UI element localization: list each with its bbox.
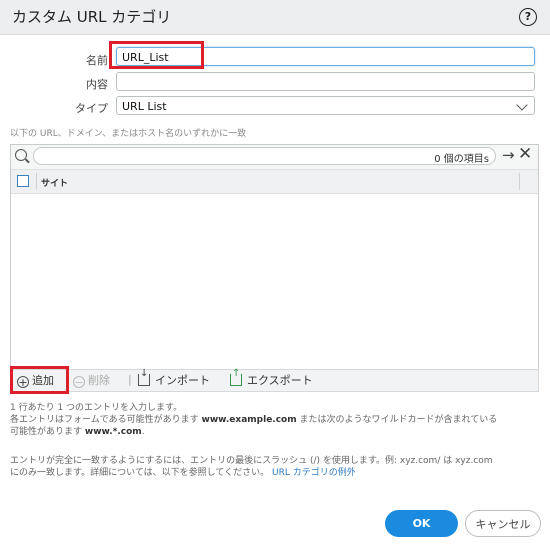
custom-url-category-dialog: カスタム URL カテゴリ ? 名前 URL_List 内容 タイプ URL L… — [0, 0, 550, 548]
dialog-titlebar: カスタム URL カテゴリ ? — [0, 0, 550, 35]
minus-circle-icon: − — [73, 376, 85, 389]
column-divider — [36, 173, 37, 190]
type-select[interactable]: URL List — [116, 96, 535, 115]
url-category-exceptions-link[interactable]: URL カテゴリの例外 — [272, 468, 356, 478]
column-divider — [519, 173, 520, 190]
hint-text: 可能性があります — [10, 427, 85, 437]
hint-text-2: エントリが完全に一致するようにするには、エントリの最後にスラッシュ (/) を使… — [10, 455, 530, 479]
hint-example-url: www.example.com — [201, 415, 297, 425]
name-field-highlight — [109, 41, 204, 69]
import-button-label: インポート — [155, 374, 210, 387]
search-input[interactable]: 0 個の項目s — [33, 147, 496, 165]
item-count: 0 個の項目s — [434, 154, 489, 165]
hint-line-1: 1 行あたり 1 つのエントリを入力します。 — [10, 403, 183, 413]
hint-text: 各エントリはフォームである可能性があります — [10, 415, 202, 425]
hint-example-wildcard: www.*.com — [84, 427, 142, 437]
name-label: 名前 — [86, 54, 108, 67]
ok-button[interactable]: OK — [385, 510, 458, 537]
cancel-button[interactable]: キャンセル — [465, 510, 541, 537]
hint-line-3: 可能性があります www.*.com. — [10, 426, 530, 438]
hint-text: . — [141, 427, 145, 437]
search-icon — [15, 149, 27, 161]
hint-line-5: にのみ一致します。詳細については、以下を参照してください。 URL カテゴリの例… — [10, 467, 530, 479]
hint-line-2: 各エントリはフォームである可能性があります www.example.com また… — [10, 414, 530, 426]
table-header-row: サイト — [11, 170, 538, 194]
import-button[interactable]: インポート — [138, 366, 210, 389]
dialog-title: カスタム URL カテゴリ — [12, 8, 172, 26]
help-icon[interactable]: ? — [519, 8, 537, 26]
select-all-checkbox[interactable] — [17, 175, 29, 187]
export-button[interactable]: エクスポート — [230, 366, 313, 389]
apply-filter-arrow-icon[interactable]: → — [502, 148, 515, 163]
column-header-site[interactable]: サイト — [41, 176, 68, 189]
import-icon — [138, 366, 150, 386]
table-search-row: 0 個の項目s → ✕ — [11, 145, 538, 170]
description-label: 内容 — [86, 78, 108, 91]
type-select-value: URL List — [122, 100, 167, 113]
export-icon — [230, 366, 242, 386]
delete-button-label: 削除 — [88, 374, 110, 387]
table-toolbar: +追加 −削除 | インポート エクスポート — [10, 366, 539, 392]
hint-text: または次のようなワイルドカードが含まれている — [296, 415, 498, 425]
hint-line-4: エントリが完全に一致するようにするには、エントリの最後にスラッシュ (/) を使… — [10, 456, 493, 466]
toolbar-separator: | — [128, 373, 132, 386]
add-button-highlight — [10, 366, 69, 394]
match-section-label: 以下の URL、ドメイン、またはホスト名のいずれかに一致 — [10, 129, 247, 139]
hint-text-1: 1 行あたり 1 つのエントリを入力します。 各エントリはフォームである可能性が… — [10, 402, 530, 438]
sites-table: 0 個の項目s → ✕ サイト — [10, 144, 539, 370]
delete-button[interactable]: − 削除 — [73, 373, 110, 389]
hint-text: にのみ一致します。詳細については、以下を参照してください。 — [10, 468, 270, 478]
type-label: タイプ — [75, 102, 108, 115]
chevron-down-icon — [516, 99, 528, 111]
clear-filter-icon[interactable]: ✕ — [518, 146, 532, 163]
description-field[interactable] — [116, 72, 535, 91]
export-button-label: エクスポート — [247, 374, 313, 387]
